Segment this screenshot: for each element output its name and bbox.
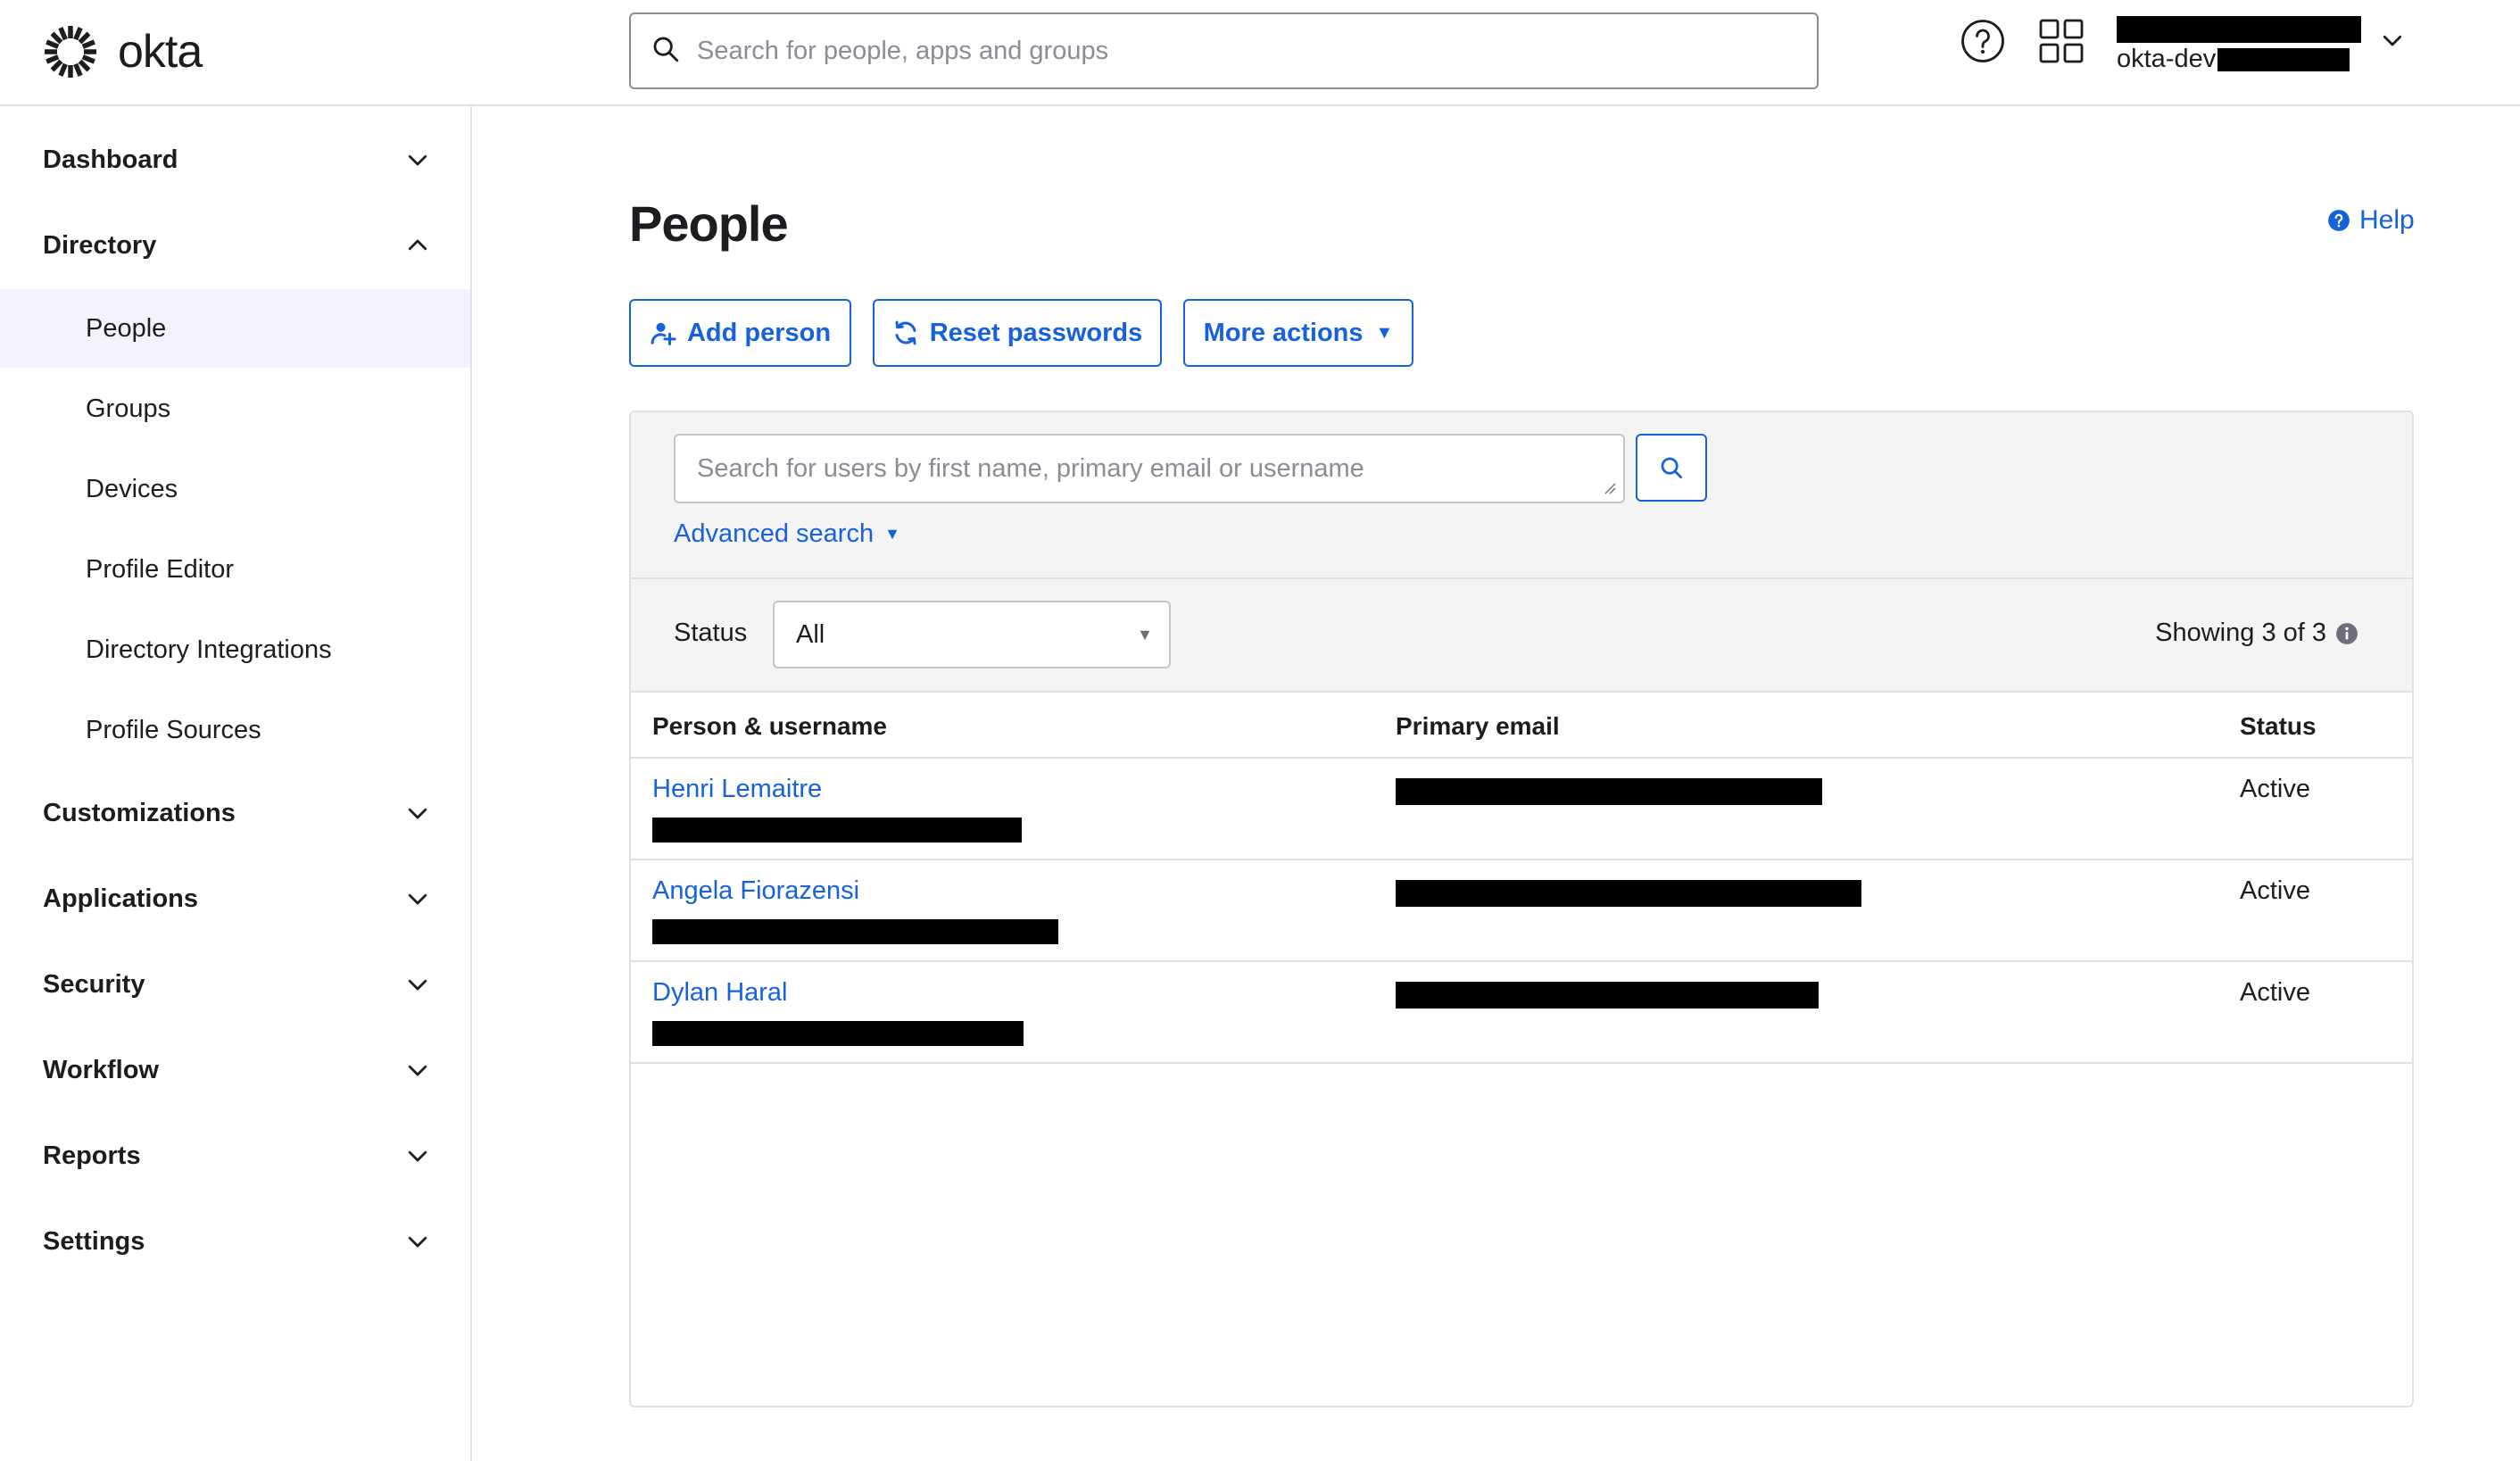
sidebar-section-label: Security	[43, 969, 145, 999]
okta-logo[interactable]: okta	[41, 20, 203, 84]
reset-passwords-label: Reset passwords	[929, 318, 1143, 347]
sidebar-nav: Dashboard Directory People Groups Device…	[0, 106, 472, 1461]
search-icon	[651, 34, 681, 69]
filter-bar: Status All ▼ Showing 3 of 3	[631, 579, 2412, 693]
help-circle-icon[interactable]	[1960, 18, 2006, 64]
top-bar: okta okta-dev	[0, 0, 2520, 106]
user-menu[interactable]: okta-dev	[2117, 16, 2363, 74]
table-header: Person & username Primary email Status	[631, 693, 2412, 759]
sidebar-section-workflow[interactable]: Workflow	[0, 1034, 470, 1106]
sidebar-item-profile-editor[interactable]: Profile Editor	[0, 530, 470, 609]
sidebar-item-profile-sources[interactable]: Profile Sources	[0, 691, 470, 769]
sidebar-section-security[interactable]: Security	[0, 949, 470, 1020]
person-status: Active	[2240, 775, 2310, 803]
sidebar-section-label: Dashboard	[43, 145, 178, 174]
chevron-down-icon[interactable]	[2379, 27, 2406, 54]
sidebar-section-settings[interactable]: Settings	[0, 1206, 470, 1277]
user-search-button[interactable]	[1636, 434, 1707, 502]
user-search-area: Advanced search ▼	[631, 412, 2412, 579]
help-icon	[2328, 210, 2350, 231]
sidebar-section-applications[interactable]: Applications	[0, 863, 470, 934]
advanced-search-label: Advanced search	[674, 519, 875, 548]
sidebar-section-label: Workflow	[43, 1055, 159, 1084]
table-row: Henri Lemaitre Active	[631, 759, 2412, 860]
redacted-email	[1396, 880, 1861, 907]
sidebar-section-label: Settings	[43, 1226, 145, 1256]
redacted-username	[652, 818, 1022, 843]
chevron-down-icon	[408, 1065, 427, 1076]
info-icon[interactable]	[2335, 622, 2358, 645]
sidebar-section-customizations[interactable]: Customizations	[0, 777, 470, 849]
help-link[interactable]: Help	[2327, 205, 2415, 236]
refresh-icon	[895, 320, 916, 345]
redacted-email	[1396, 778, 1822, 805]
user-search-input[interactable]	[697, 453, 1589, 484]
caret-down-icon: ▼	[1137, 626, 1153, 643]
okta-wordmark: okta	[118, 26, 203, 78]
page-title: People	[629, 195, 789, 252]
help-link-label: Help	[2359, 205, 2415, 235]
redacted-username	[652, 919, 1058, 944]
sidebar-item-directory-integrations[interactable]: Directory Integrations	[0, 610, 470, 689]
redacted-email	[1396, 982, 1819, 1009]
people-table: Person & username Primary email Status H…	[631, 693, 2412, 1064]
person-status: Active	[2240, 978, 2310, 1007]
sidebar-section-reports[interactable]: Reports	[0, 1120, 470, 1191]
sidebar-section-label: Customizations	[43, 798, 236, 827]
more-actions-button[interactable]: More actions ▼	[1183, 299, 1413, 367]
add-person-icon	[651, 322, 676, 345]
caret-down-icon: ▼	[884, 525, 900, 543]
chevron-down-icon	[408, 154, 427, 166]
global-search-box[interactable]	[629, 12, 1819, 89]
people-panel: Advanced search ▼ Status All ▼ Showing 3…	[629, 411, 2414, 1407]
redacted-org-suffix	[2217, 47, 2350, 71]
caret-down-icon: ▼	[1375, 322, 1394, 343]
sidebar-item-groups[interactable]: Groups	[0, 369, 470, 448]
user-search-box[interactable]	[674, 434, 1625, 503]
person-status: Active	[2240, 876, 2310, 905]
more-actions-label: More actions	[1203, 318, 1364, 347]
person-name-link[interactable]: Angela Fiorazensi	[652, 876, 859, 906]
sidebar-section-directory[interactable]: Directory	[0, 210, 470, 281]
org-prefix: okta-dev	[2117, 45, 2217, 73]
sidebar-item-devices[interactable]: Devices	[0, 450, 470, 528]
result-count: Showing 3 of 3	[2155, 618, 2358, 648]
sidebar-item-people[interactable]: People	[0, 289, 470, 368]
resize-grip-icon[interactable]	[1604, 482, 1616, 494]
chevron-down-icon	[408, 979, 427, 991]
chevron-down-icon	[408, 893, 427, 905]
add-person-label: Add person	[686, 318, 832, 347]
search-icon	[1661, 457, 1682, 478]
status-filter-label: Status	[674, 618, 748, 647]
table-row: Angela Fiorazensi Active	[631, 860, 2412, 962]
sidebar-section-dashboard[interactable]: Dashboard	[0, 124, 470, 195]
org-name: okta-dev	[2117, 45, 2363, 74]
chevron-down-icon	[408, 1236, 427, 1248]
column-header-person[interactable]: Person & username	[652, 712, 887, 741]
global-search-input[interactable]	[697, 36, 1768, 66]
chevron-down-icon	[408, 1150, 427, 1162]
status-filter-select[interactable]: All ▼	[773, 601, 1171, 668]
column-header-status[interactable]: Status	[2240, 712, 2317, 741]
result-count-text: Showing 3 of 3	[2155, 618, 2326, 647]
person-name-link[interactable]: Dylan Haral	[652, 978, 788, 1008]
chevron-up-icon	[408, 239, 427, 251]
column-header-email[interactable]: Primary email	[1396, 712, 1560, 741]
redacted-user-name	[2117, 16, 2361, 43]
add-person-button[interactable]: Add person	[629, 299, 851, 367]
reset-passwords-button[interactable]: Reset passwords	[873, 299, 1162, 367]
advanced-search-toggle[interactable]: Advanced search ▼	[674, 519, 900, 549]
sidebar-section-label: Applications	[43, 884, 199, 913]
chevron-down-icon	[408, 808, 427, 819]
status-filter-value: All	[796, 619, 825, 649]
table-row: Dylan Haral Active	[631, 962, 2412, 1064]
sidebar-section-label: Reports	[43, 1141, 141, 1170]
sidebar-section-label: Directory	[43, 230, 157, 260]
redacted-username	[652, 1021, 1024, 1046]
person-name-link[interactable]: Henri Lemaitre	[652, 775, 822, 804]
okta-sunburst-icon	[45, 26, 96, 78]
app-switcher-grid-icon[interactable]	[2038, 18, 2085, 64]
